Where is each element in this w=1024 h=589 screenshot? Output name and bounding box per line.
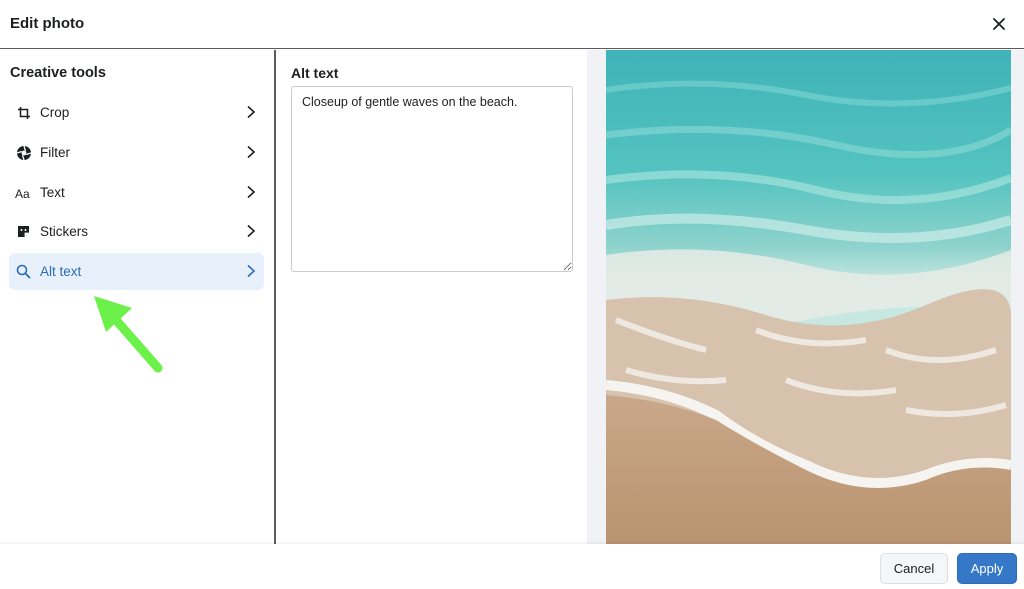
- chevron-right-icon: [247, 105, 256, 119]
- cancel-button[interactable]: Cancel: [880, 553, 948, 584]
- sidebar-item-label: Text: [40, 185, 65, 200]
- text-icon: Aa: [15, 184, 32, 201]
- sidebar-item-label: Crop: [40, 105, 70, 120]
- sidebar-item-filter[interactable]: Filter: [9, 134, 264, 171]
- chevron-right-icon: [247, 185, 256, 199]
- dialog-footer: Cancel Apply: [0, 544, 1024, 589]
- alt-text-panel: Alt text: [278, 50, 587, 544]
- sidebar-item-alt-text[interactable]: Alt text: [9, 253, 264, 290]
- alt-text-heading: Alt text: [291, 65, 339, 81]
- chevron-right-icon: [247, 224, 256, 238]
- sidebar-item-crop[interactable]: Crop: [9, 94, 264, 131]
- apply-button[interactable]: Apply: [957, 553, 1017, 584]
- dialog-title: Edit photo: [10, 15, 85, 32]
- sidebar-heading: Creative tools: [10, 65, 106, 81]
- sidebar-item-stickers[interactable]: Stickers: [9, 213, 264, 250]
- creative-tools-sidebar: Creative tools Crop Filter Aa Text Stick…: [0, 50, 276, 544]
- svg-text:Aa: Aa: [15, 187, 30, 200]
- alt-text-input[interactable]: [291, 86, 573, 272]
- sidebar-item-label: Stickers: [40, 224, 89, 239]
- chevron-right-icon: [247, 145, 256, 159]
- search-icon: [15, 263, 32, 280]
- chevron-right-icon: [247, 264, 256, 278]
- sticker-icon: [15, 223, 32, 240]
- filter-icon: [15, 144, 32, 161]
- sidebar-item-label: Alt text: [40, 264, 82, 279]
- photo-preview-area: [587, 50, 1024, 544]
- sidebar-item-text[interactable]: Aa Text: [9, 174, 264, 211]
- beach-photo: [606, 50, 1011, 544]
- crop-icon: [15, 104, 32, 121]
- dialog-header: Edit photo: [0, 0, 1024, 49]
- close-icon: [993, 18, 1005, 30]
- sidebar-item-label: Filter: [40, 145, 70, 160]
- close-button[interactable]: [986, 11, 1012, 37]
